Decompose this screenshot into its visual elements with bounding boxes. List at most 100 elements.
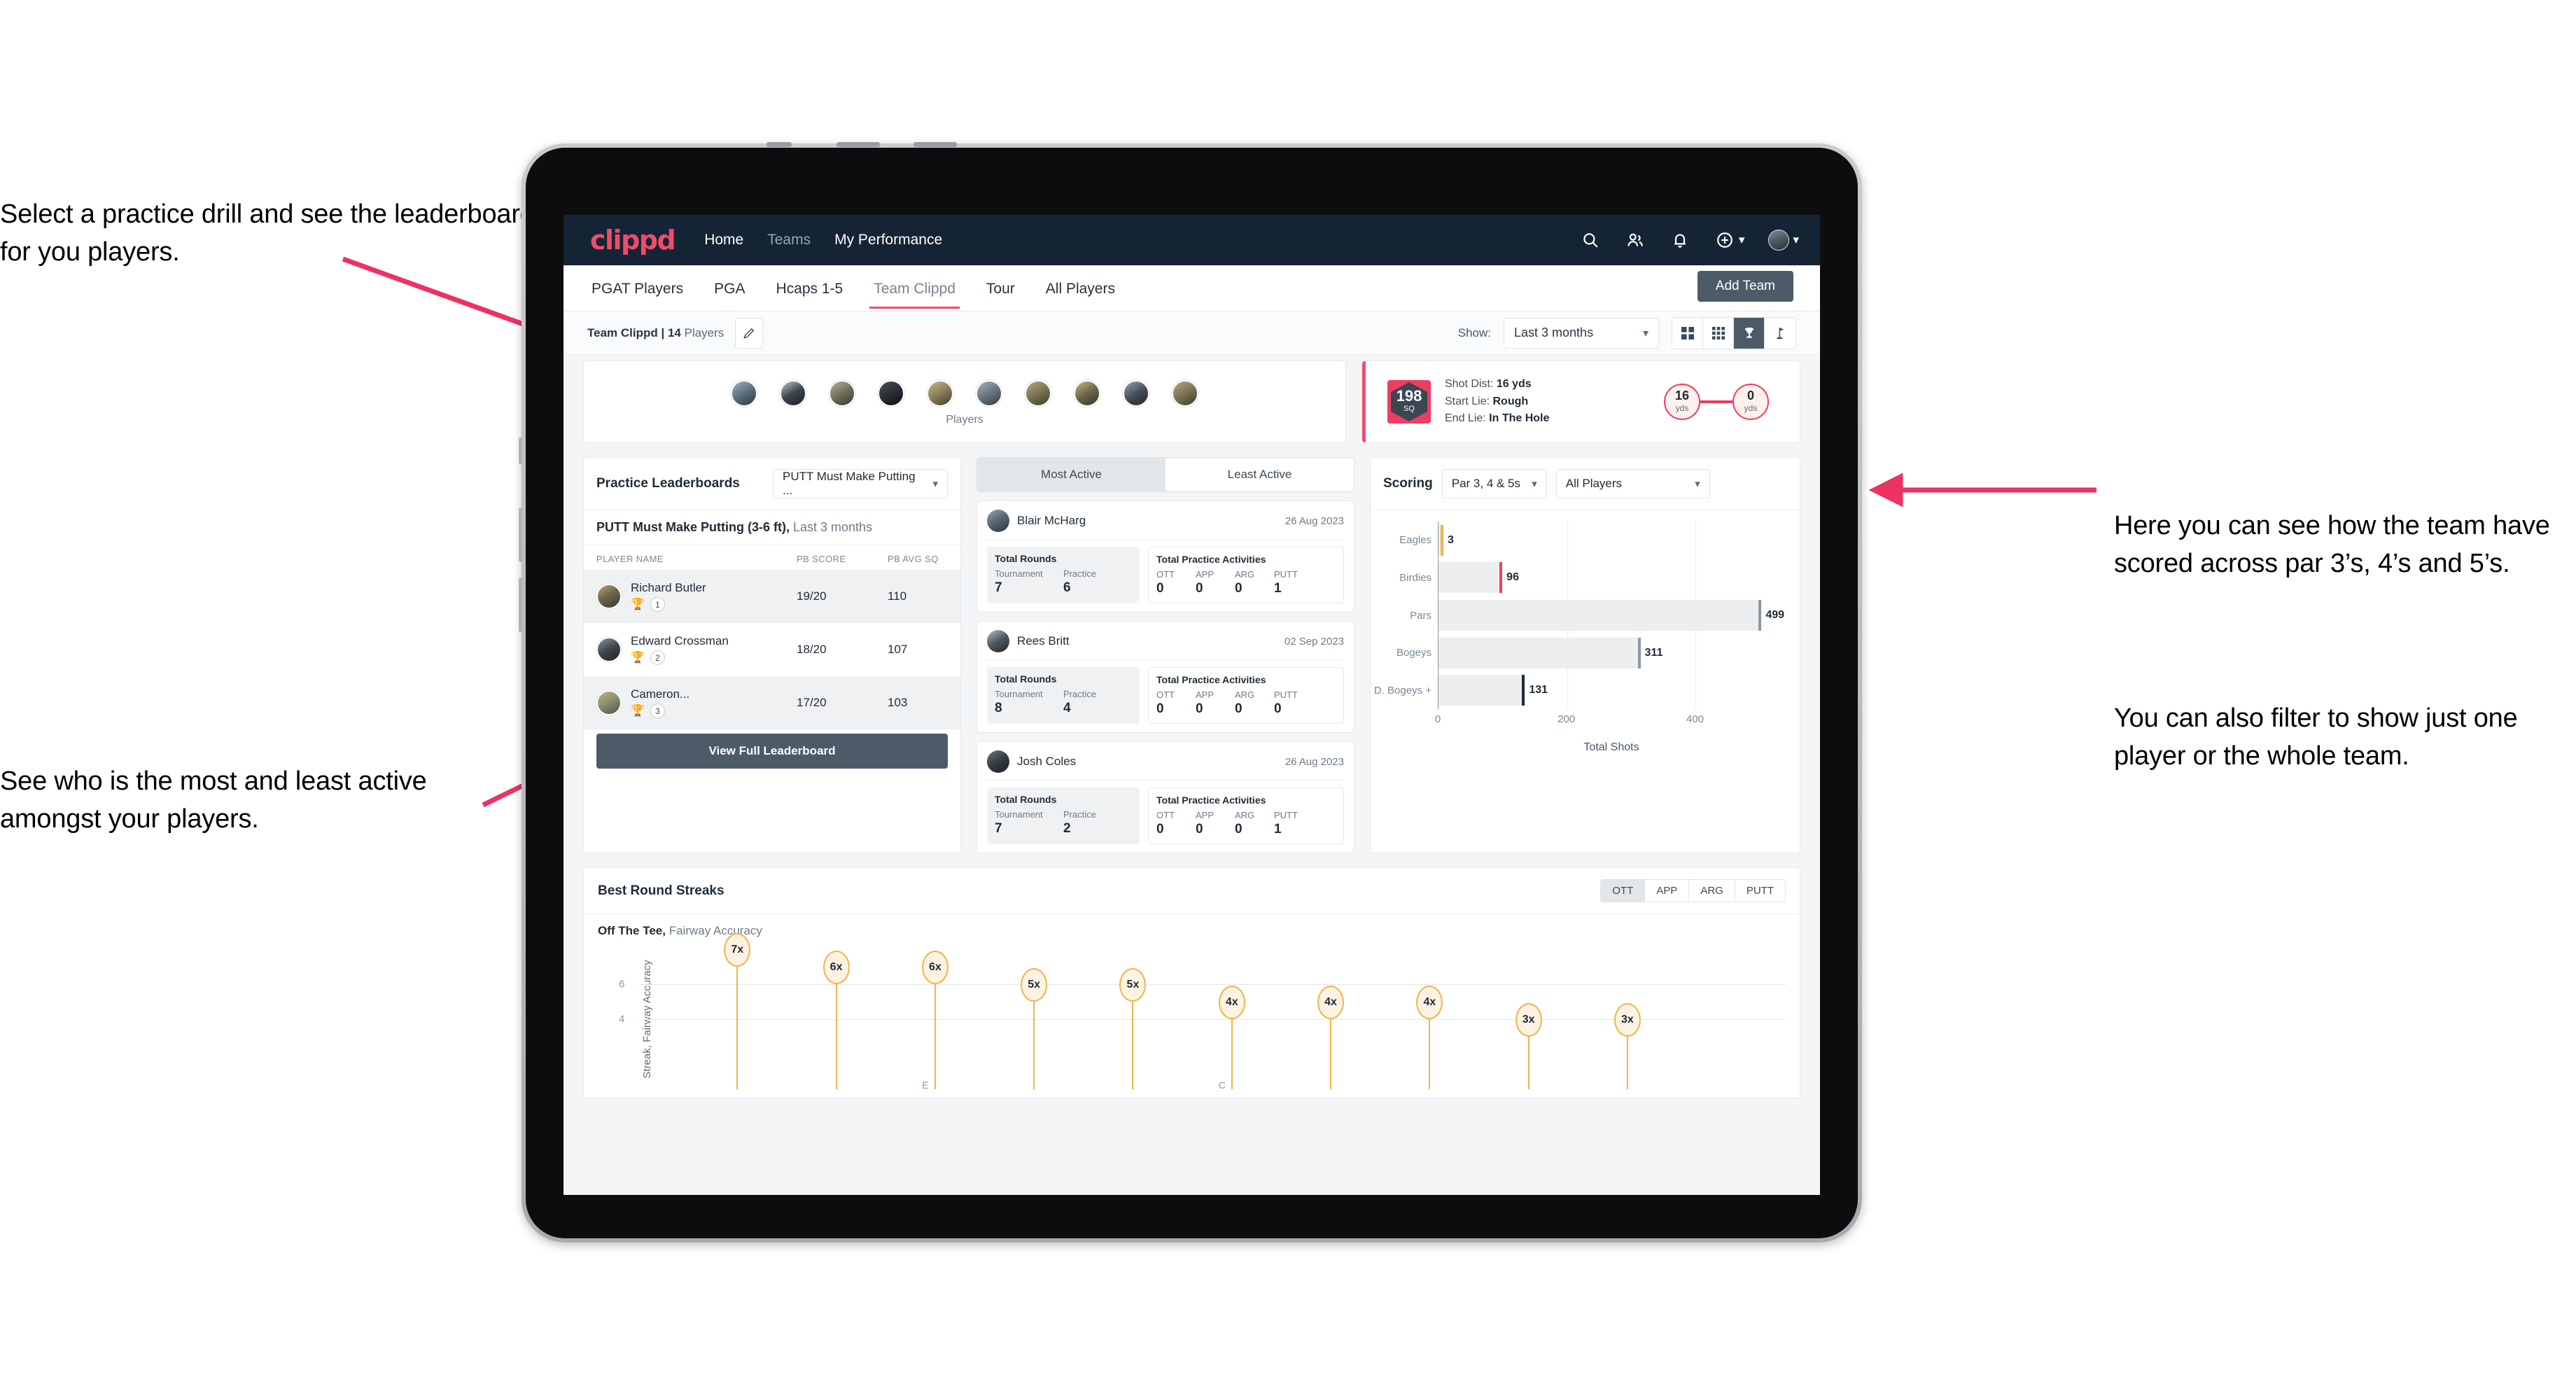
- streak-marker[interactable]: 4x: [1416, 986, 1443, 1089]
- people-icon[interactable]: [1625, 230, 1646, 251]
- avatar[interactable]: [1123, 380, 1149, 407]
- tablet-device-frame: clippd Home Teams My Performance ▾ ▾ PGA…: [519, 142, 1862, 1242]
- table-row[interactable]: Edward Crossman 🏆 2 18/20 107: [584, 623, 960, 676]
- nav-item-my-performance[interactable]: My Performance: [834, 232, 942, 248]
- total-activities-title: Total Practice Activities: [1156, 554, 1266, 565]
- category-app[interactable]: APP: [1645, 880, 1690, 902]
- nav-item-home[interactable]: Home: [704, 232, 743, 248]
- tab-pga[interactable]: PGA: [713, 268, 746, 309]
- table-row[interactable]: Richard Butler 🏆 1 19/20 110: [584, 570, 960, 623]
- flag-icon[interactable]: [1765, 317, 1795, 349]
- player-filter-select[interactable]: All Players ▾: [1555, 469, 1710, 498]
- activity-date: 02 Sep 2023: [1284, 635, 1344, 648]
- user-menu[interactable]: ▾: [1768, 230, 1799, 251]
- streak-marker[interactable]: 4x: [1218, 986, 1245, 1089]
- avatar: [987, 510, 1009, 532]
- player-select-value: All Players: [1565, 477, 1623, 490]
- total-rounds-title: Total Rounds: [995, 553, 1057, 564]
- category-putt[interactable]: PUTT: [1735, 880, 1785, 902]
- stat-value: 0: [1156, 581, 1164, 596]
- stat-key: Practice: [1063, 809, 1096, 820]
- scoring-x-axis-label: Total Shots: [1583, 741, 1639, 753]
- player-name: Richard Butler: [631, 581, 706, 594]
- tablet-side-button-3: [519, 578, 522, 632]
- tab-least-active[interactable]: Least Active: [1166, 458, 1354, 491]
- avatar[interactable]: [878, 380, 904, 407]
- avatar[interactable]: [829, 380, 855, 407]
- streak-marker[interactable]: 6x: [921, 951, 948, 1089]
- stat-key: PUTT: [1274, 690, 1298, 700]
- period-select[interactable]: Last 3 months ▾: [1504, 317, 1659, 349]
- avatar[interactable]: [731, 380, 757, 407]
- bar-value-label: 131: [1529, 684, 1548, 696]
- category-ott[interactable]: OTT: [1601, 880, 1646, 902]
- add-menu[interactable]: ▾: [1714, 230, 1744, 251]
- avatar[interactable]: [1025, 380, 1051, 407]
- tab-all-players[interactable]: All Players: [1044, 268, 1116, 309]
- streak-marker[interactable]: 5x: [1021, 968, 1048, 1089]
- stat-value: 0: [1196, 701, 1203, 716]
- avatar: [987, 750, 1009, 773]
- bell-icon[interactable]: [1670, 230, 1690, 251]
- tablet-button-1: [766, 142, 792, 147]
- column-player-name: PLAYER NAME: [596, 554, 664, 564]
- trophy-icon: 🏆: [631, 598, 645, 610]
- tab-most-active[interactable]: Most Active: [977, 458, 1166, 491]
- stat-value: 0: [1196, 581, 1203, 596]
- total-rounds-title: Total Rounds: [995, 673, 1057, 685]
- avatar[interactable]: [927, 380, 953, 407]
- nav-item-teams[interactable]: Teams: [767, 232, 811, 248]
- par-select[interactable]: Par 3, 4 & 5s ▾: [1441, 469, 1547, 498]
- streak-marker[interactable]: 7x: [724, 933, 751, 1089]
- streaks-plot: Streak, Fairway Accuracy 4 6 7x 6x 6x E 5x 5x 4x…: [619, 933, 1786, 1091]
- grid-large-icon[interactable]: [1672, 317, 1703, 349]
- end-distance-unit: yds: [1744, 403, 1758, 413]
- bar: [1438, 637, 1641, 668]
- end-lie-value: In The Hole: [1489, 412, 1550, 425]
- stat-arg: ARG 0: [1235, 569, 1274, 596]
- stat-value: 0: [1196, 822, 1203, 836]
- top-row: Players 198 SQ Shot Dist: 16 yds Start L…: [583, 355, 1800, 443]
- bar-row: Pars 499: [1410, 600, 1786, 631]
- clippd-logo[interactable]: clippd: [590, 225, 676, 255]
- avatar[interactable]: [780, 380, 806, 407]
- tab-hcaps-1-5[interactable]: Hcaps 1-5: [774, 268, 844, 309]
- tab-pgat-players[interactable]: PGAT Players: [590, 268, 685, 309]
- search-icon[interactable]: [1580, 230, 1601, 251]
- bar: [1438, 600, 1762, 631]
- activity-card[interactable]: Blair McHarg 26 Aug 2023 Total Rounds To…: [976, 500, 1354, 612]
- view-full-leaderboard-button[interactable]: View Full Leaderboard: [596, 734, 948, 769]
- tab-tour[interactable]: Tour: [985, 268, 1016, 309]
- activity-card[interactable]: Rees Britt 02 Sep 2023 Total Rounds Tour…: [976, 621, 1354, 733]
- rank-badge: 1: [650, 597, 665, 612]
- avatar[interactable]: [976, 380, 1002, 407]
- streak-marker[interactable]: 5x: [1119, 968, 1147, 1089]
- start-distance-unit: yds: [1675, 403, 1689, 413]
- plus-circle-icon[interactable]: [1714, 230, 1735, 251]
- category-arg[interactable]: ARG: [1689, 880, 1735, 902]
- drill-select[interactable]: PUTT Must Make Putting ... ▾: [773, 469, 948, 498]
- end-distance-value: 0: [1746, 388, 1754, 402]
- player-name: Cameron...: [631, 687, 690, 701]
- stat-value: 2: [1063, 821, 1071, 836]
- edit-team-button[interactable]: [735, 317, 764, 349]
- streak-marker[interactable]: 3x: [1614, 1003, 1641, 1089]
- streak-marker[interactable]: 3x: [1515, 1003, 1542, 1089]
- activity-card[interactable]: Josh Coles 26 Aug 2023 Total Rounds Tour…: [976, 741, 1354, 853]
- table-row[interactable]: Cameron... 🏆 3 17/20 103: [584, 676, 960, 729]
- streak-marker[interactable]: 4x: [1317, 986, 1345, 1089]
- trophy-icon[interactable]: [1734, 317, 1765, 349]
- tab-team-clippd[interactable]: Team Clippd: [869, 268, 960, 309]
- main-nav: Home Teams My Performance: [704, 232, 942, 248]
- add-team-button[interactable]: Add Team: [1697, 271, 1793, 302]
- grid-small-icon[interactable]: [1703, 317, 1734, 349]
- chevron-down-icon: ▾: [1793, 233, 1799, 246]
- leaderboard-header: Practice Leaderboards PUTT Must Make Put…: [584, 458, 960, 510]
- stat-putt: PUTT 0: [1274, 690, 1313, 717]
- bar-category-label: Pars: [1410, 609, 1432, 622]
- avatar[interactable]: [1768, 230, 1790, 251]
- stat-value: 7: [995, 821, 1002, 836]
- avatar[interactable]: [1172, 380, 1198, 407]
- avatar[interactable]: [1074, 380, 1100, 407]
- streak-marker[interactable]: 6x: [822, 951, 850, 1089]
